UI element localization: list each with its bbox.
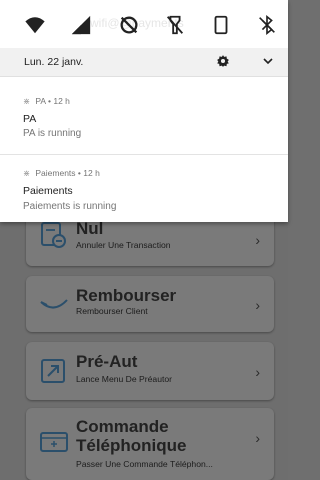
- card-subtitle: Passer Une Commande Téléphon...: [76, 459, 213, 469]
- chevron-right-icon: ›: [255, 430, 260, 446]
- phone-order-icon: [40, 432, 68, 452]
- flashlight-off-icon[interactable]: [164, 14, 186, 36]
- notification-app-name: Paiements: [35, 168, 76, 178]
- card-subtitle: Annuler Une Transaction: [76, 240, 171, 250]
- card-preauth[interactable]: Pré-Aut Lance Menu De Préautor ›: [26, 342, 274, 400]
- chevron-right-icon: ›: [255, 297, 260, 313]
- card-subtitle: Lance Menu De Préautor: [76, 374, 173, 384]
- card-title: Pré-Aut: [76, 352, 138, 371]
- card-phone-order[interactable]: Commande Téléphonique Passer Une Command…: [26, 408, 274, 480]
- chevron-right-icon: ›: [255, 364, 260, 380]
- notification-time: 12 h: [53, 96, 70, 106]
- card-title: Commande: [76, 417, 169, 436]
- wifi-icon[interactable]: [24, 14, 46, 36]
- settings-gear-icon[interactable]: [216, 54, 230, 68]
- notification-time: 12 h: [83, 168, 100, 178]
- shade-header: Lun. 22 janv.: [0, 48, 288, 77]
- chevron-right-icon: ›: [255, 232, 260, 248]
- card-refund[interactable]: Rembourser Rembourser Client ›: [26, 276, 274, 332]
- card-title: Rembourser: [76, 286, 177, 305]
- preauth-icon: [41, 359, 65, 383]
- date-label: Lun. 22 janv.: [24, 56, 84, 68]
- do-not-disturb-off-icon[interactable]: [118, 14, 140, 36]
- divider: [0, 154, 288, 155]
- quick-settings-row: wifi@@payments: [0, 10, 288, 40]
- bluetooth-off-icon[interactable]: [256, 14, 278, 36]
- notification-item[interactable]: ⋇ PA • 12 h PA PA is running: [0, 86, 288, 152]
- notification-title: Paiements: [23, 185, 73, 197]
- card-subtitle: Rembourser Client: [76, 306, 148, 316]
- cancel-transaction-icon: [41, 222, 66, 248]
- notification-item[interactable]: ⋇ Paiements • 12 h Paiements Paiements i…: [0, 156, 288, 220]
- notification-body: Paiements is running: [23, 201, 117, 212]
- app-icon: ⋇: [23, 96, 31, 106]
- cellular-signal-icon[interactable]: [70, 14, 92, 36]
- card-title-line2: Téléphonique: [76, 436, 187, 455]
- notification-shade: wifi@@payments Lun. 22 janv. ⋇ PA • 12 h…: [0, 0, 288, 222]
- notification-title: PA: [23, 113, 37, 125]
- notification-app-name: PA: [35, 96, 46, 106]
- refund-icon: [40, 299, 68, 309]
- chevron-down-icon[interactable]: [262, 56, 274, 66]
- notification-meta: ⋇ Paiements • 12 h: [23, 168, 100, 178]
- notification-body: PA is running: [23, 128, 82, 139]
- auto-rotate-icon[interactable]: [210, 14, 232, 36]
- notification-meta: ⋇ PA • 12 h: [23, 96, 70, 106]
- app-icon: ⋇: [23, 168, 31, 178]
